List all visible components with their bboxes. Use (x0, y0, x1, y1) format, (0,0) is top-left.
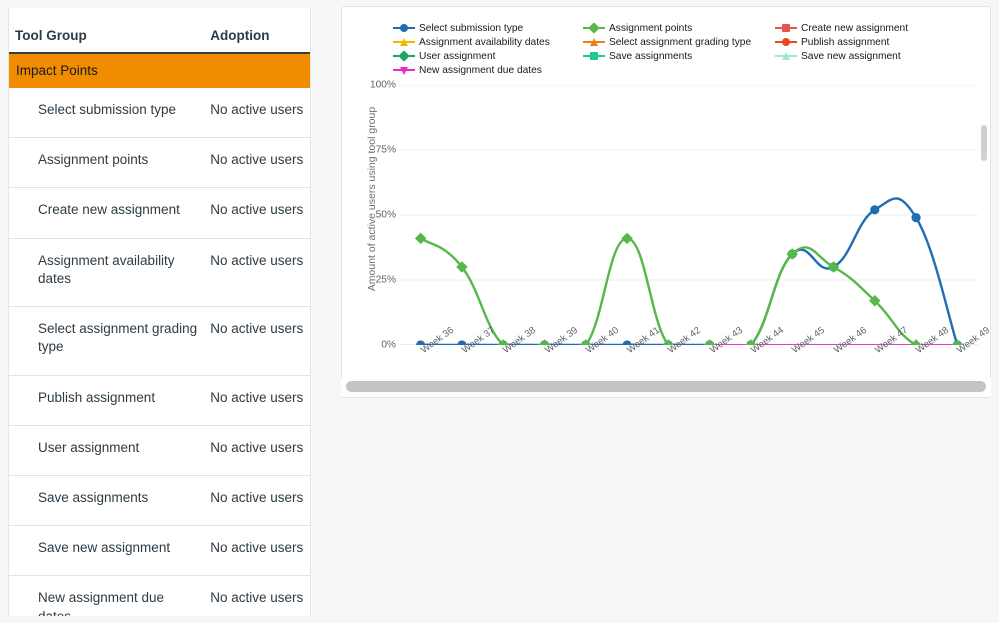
y-axis-tick: 25% (350, 275, 396, 286)
table-row[interactable]: New assignment due datesNo active users (9, 576, 310, 616)
table-row[interactable]: Create new assignmentNo active users (9, 188, 310, 238)
tool-name-cell: Assignment availability dates (9, 238, 204, 306)
chart-horizontal-scrollbar-thumb[interactable] (346, 381, 986, 392)
tool-adoption-cell: No active users (204, 188, 310, 238)
tool-name-cell: User assignment (9, 425, 204, 475)
table-group-row[interactable]: Impact Points (9, 53, 310, 88)
tool-name-cell: Publish assignment (9, 375, 204, 425)
tool-adoption-cell: No active users (204, 425, 310, 475)
legend-label: Save new assignment (801, 51, 901, 62)
tool-adoption-cell: No active users (204, 526, 310, 576)
legend-item[interactable]: Assignment points (583, 21, 775, 35)
y-axis-tick: 75% (350, 145, 396, 156)
tool-name-cell: Create new assignment (9, 188, 204, 238)
tool-adoption-cell: No active users (204, 138, 310, 188)
legend-marker-circle-icon (393, 22, 415, 34)
chart-legend: Select submission type Assignment points C… (393, 21, 973, 83)
legend-item[interactable]: Save new assignment (775, 49, 965, 63)
legend-item[interactable]: Publish assignment (775, 35, 965, 49)
legend-label: User assignment (419, 51, 495, 62)
tool-adoption-cell: No active users (204, 375, 310, 425)
tool-name-cell: Save assignments (9, 475, 204, 525)
table-row[interactable]: Save assignmentsNo active users (9, 475, 310, 525)
tool-name-cell: New assignment due dates (9, 576, 204, 616)
legend-label: Publish assignment (801, 37, 889, 48)
chart-plot-area: Amount of active users using tool group … (342, 85, 991, 385)
legend-marker-square-icon (775, 22, 797, 34)
legend-label: Save assignments (609, 51, 692, 62)
table-head: Tool Group Adoption (9, 8, 310, 53)
tool-name-cell: Save new assignment (9, 526, 204, 576)
tool-adoption-cell: No active users (204, 238, 310, 306)
legend-item[interactable]: Assignment availability dates (393, 35, 583, 49)
legend-item[interactable]: New assignment due dates (393, 63, 583, 77)
legend-marker-square-icon (583, 50, 605, 62)
legend-label: Create new assignment (801, 23, 908, 34)
legend-marker-diamond-icon (393, 50, 415, 62)
legend-label: Assignment points (609, 23, 692, 34)
y-axis-tick: 50% (350, 210, 396, 221)
y-axis-ticks: 0%25%50%75%100% (342, 85, 396, 345)
legend-label: Assignment availability dates (419, 37, 550, 48)
legend-item[interactable]: Select assignment grading type (583, 35, 775, 49)
adoption-table: Tool Group Adoption Impact Points Select… (9, 8, 310, 616)
group-row-label: Impact Points (9, 53, 310, 88)
table-header-row: Tool Group Adoption (9, 8, 310, 53)
legend-marker-triangle-up-icon (775, 50, 797, 62)
adoption-chart-card: Select submission type Assignment points C… (341, 6, 991, 398)
tool-name-cell: Select submission type (9, 88, 204, 138)
chart-lines (400, 85, 978, 345)
table-body: Impact Points Select submission typeNo a… (9, 53, 310, 616)
column-header-adoption: Adoption (204, 8, 310, 53)
legend-marker-diamond-icon (583, 22, 605, 34)
tool-name-cell: Assignment points (9, 138, 204, 188)
tool-adoption-cell: No active users (204, 576, 310, 616)
column-header-tool-group: Tool Group (9, 8, 204, 53)
legend-label: New assignment due dates (419, 65, 542, 76)
legend-item[interactable]: User assignment (393, 49, 583, 63)
legend-item[interactable]: Save assignments (583, 49, 775, 63)
legend-label: Select submission type (419, 23, 523, 34)
legend-item[interactable]: Create new assignment (775, 21, 965, 35)
series-0 (416, 198, 962, 345)
legend-marker-triangle-down-icon (393, 64, 415, 76)
y-axis-tick: 0% (350, 340, 396, 351)
legend-item[interactable]: Select submission type (393, 21, 583, 35)
legend-marker-circle-icon (775, 36, 797, 48)
chart-vertical-scrollbar-thumb[interactable] (981, 125, 987, 161)
table-row[interactable]: User assignmentNo active users (9, 425, 310, 475)
tool-adoption-cell: No active users (204, 88, 310, 138)
tool-adoption-table-panel: Tool Group Adoption Impact Points Select… (8, 8, 311, 616)
legend-label: Select assignment grading type (609, 37, 751, 48)
table-row[interactable]: Assignment availability datesNo active u… (9, 238, 310, 306)
table-row[interactable]: Select assignment grading typeNo active … (9, 307, 310, 375)
series-1 (415, 233, 963, 345)
tool-name-cell: Select assignment grading type (9, 307, 204, 375)
tool-adoption-cell: No active users (204, 475, 310, 525)
table-row[interactable]: Save new assignmentNo active users (9, 526, 310, 576)
table-row[interactable]: Select submission typeNo active users (9, 88, 310, 138)
legend-marker-triangle-up-icon (583, 36, 605, 48)
table-row[interactable]: Assignment pointsNo active users (9, 138, 310, 188)
legend-marker-triangle-up-icon (393, 36, 415, 48)
table-row[interactable]: Publish assignmentNo active users (9, 375, 310, 425)
y-axis-tick: 100% (350, 80, 396, 91)
page-root: Tool Group Adoption Impact Points Select… (0, 0, 999, 623)
tool-adoption-cell: No active users (204, 307, 310, 375)
